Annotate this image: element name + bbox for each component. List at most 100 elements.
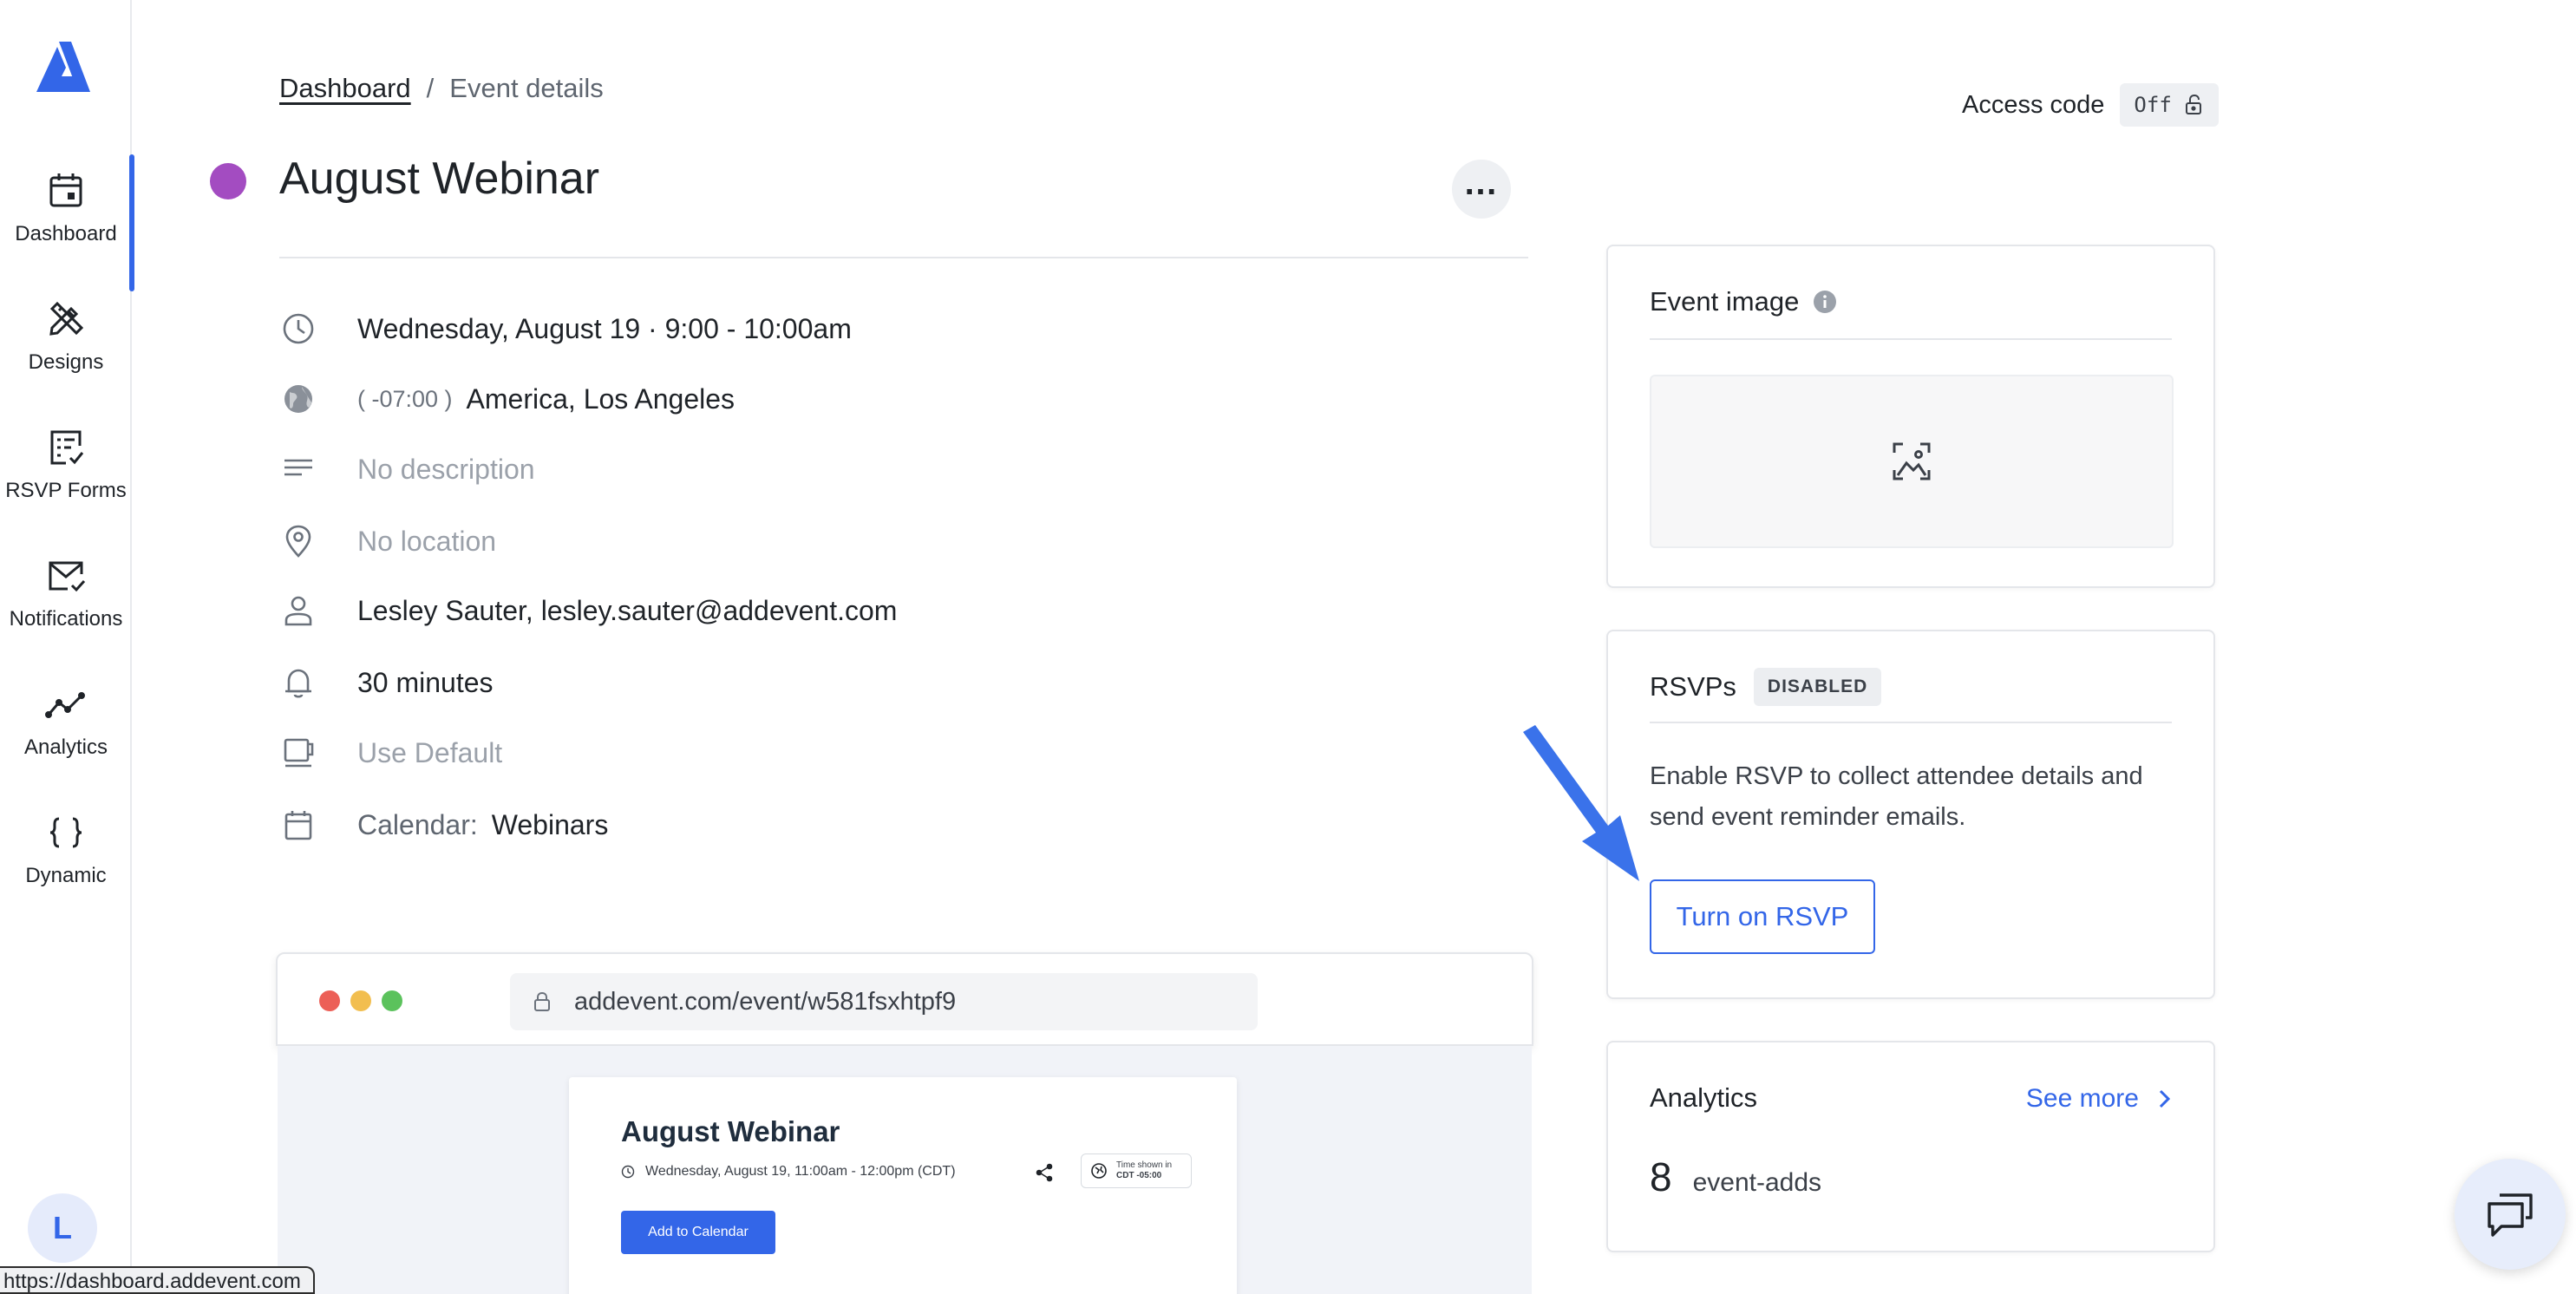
- sidebar: Dashboard Designs RSVP Forms Notificatio…: [0, 0, 134, 1294]
- see-more-label: See more: [2025, 1084, 2139, 1113]
- panel-divider: [1650, 338, 2172, 340]
- event-page-preview: addevent.com/event/w581fsxhtpf9 August W…: [276, 952, 1533, 1294]
- preview-add-to-calendar-button[interactable]: Add to Calendar: [621, 1211, 775, 1254]
- sidebar-item-dashboard[interactable]: Dashboard: [0, 147, 134, 291]
- event-organizer: Lesley Sauter, lesley.sauter@addevent.co…: [357, 594, 898, 626]
- sidebar-item-label: Designs: [28, 350, 104, 374]
- timezone-offset: ( -07:00 ): [357, 385, 453, 412]
- event-datetime-row: Wednesday, August 19 · 9:00 - 10:00am: [279, 305, 852, 352]
- event-description: No description: [357, 453, 535, 485]
- event-template: Use Default: [357, 736, 503, 768]
- trend-line-icon: [45, 692, 85, 718]
- event-timezone-row: ( -07:00 ) America, Los Angeles: [279, 376, 735, 422]
- image-placeholder-icon: [1893, 442, 1931, 480]
- event-location: No location: [357, 525, 497, 557]
- event-timezone: America, Los Angeles: [466, 382, 736, 415]
- event-calendar: Webinars: [491, 808, 609, 840]
- ellipsis-icon: …: [1463, 164, 1500, 202]
- text-lines-icon: [279, 450, 317, 488]
- sidebar-item-rsvp-forms[interactable]: RSVP Forms: [0, 404, 132, 534]
- info-icon[interactable]: [1813, 290, 1837, 314]
- calendar-label: Calendar:: [357, 808, 478, 840]
- access-code-state: Off: [2134, 93, 2172, 117]
- access-code: Access code Off: [1962, 83, 2219, 127]
- analytics-header: Analytics: [1650, 1077, 1757, 1119]
- lock-icon: [534, 991, 550, 1011]
- window-minimize-dot: [350, 990, 371, 1011]
- analytics-title: Analytics: [1650, 1082, 1758, 1113]
- event-organizer-row: Lesley Sauter, lesley.sauter@addevent.co…: [279, 587, 897, 634]
- globe-icon: [279, 380, 317, 418]
- clock-icon: [621, 1165, 635, 1179]
- window-close-dot: [319, 990, 340, 1011]
- sidebar-item-designs[interactable]: Designs: [0, 276, 132, 406]
- preview-url-bar[interactable]: addevent.com/event/w581fsxhtpf9: [510, 973, 1258, 1030]
- sidebar-item-dynamic[interactable]: Dynamic: [0, 789, 132, 919]
- status-badge: DISABLED: [1753, 668, 1882, 706]
- preview-card-date-row: Wednesday, August 19, 11:00am - 12:00pm …: [621, 1164, 956, 1180]
- sidebar-item-label: RSVP Forms: [5, 479, 127, 502]
- turn-on-rsvp-button[interactable]: Turn on RSVP: [1650, 879, 1875, 954]
- header-divider: [279, 257, 1528, 258]
- preview-browser-bar: addevent.com/event/w581fsxhtpf9: [276, 952, 1533, 1046]
- analytics-panel: Analytics See more 8 event-adds: [1606, 1041, 2215, 1252]
- see-more-link[interactable]: See more: [2026, 1084, 2175, 1114]
- breadcrumb-separator: /: [426, 73, 435, 103]
- form-check-icon: [50, 430, 84, 465]
- breadcrumb-dashboard-link[interactable]: Dashboard: [279, 73, 411, 103]
- access-code-label: Access code: [1962, 90, 2105, 119]
- rsvp-panel: RSVPs DISABLED Enable RSVP to collect at…: [1606, 630, 2215, 999]
- event-color-dot: [210, 163, 246, 199]
- metric-value: 8: [1650, 1154, 1672, 1199]
- event-location-row: No location: [279, 518, 496, 565]
- event-calendar-row: Calendar: Webinars: [279, 801, 608, 848]
- event-reminder: 30 minutes: [357, 666, 494, 698]
- chevron-right-icon: [2159, 1089, 2171, 1108]
- unlock-icon: [2185, 94, 2201, 114]
- rsvp-description: Enable RSVP to collect attendee details …: [1650, 762, 2143, 831]
- addevent-logo[interactable]: [33, 38, 94, 95]
- sidebar-item-analytics[interactable]: Analytics: [0, 661, 132, 791]
- event-description-row: No description: [279, 446, 535, 493]
- annotation-arrow-icon: [1523, 725, 1639, 881]
- chat-support-button[interactable]: [2455, 1159, 2566, 1270]
- rsvp-header: RSVPs DISABLED: [1650, 666, 1882, 708]
- share-icon: [1036, 1163, 1053, 1182]
- preview-tz-line1: Time shown in: [1116, 1160, 1173, 1170]
- access-code-toggle[interactable]: Off: [2120, 83, 2219, 127]
- event-image-title: Event image: [1650, 286, 1800, 317]
- more-options-button[interactable]: …: [1452, 160, 1511, 219]
- breadcrumb: Dashboard / Event details: [279, 73, 604, 104]
- location-pin-icon: [279, 522, 317, 560]
- breadcrumb-current: Event details: [449, 73, 604, 103]
- event-image-header: Event image: [1650, 281, 1837, 323]
- analytics-metric: 8 event-adds: [1650, 1153, 1821, 1200]
- chat-bubbles-icon: [2488, 1193, 2533, 1237]
- preview-timezone-chip: Time shown in CDT -05:00: [1081, 1153, 1192, 1188]
- globe-icon: [1091, 1163, 1107, 1179]
- preview-event-card: August Webinar Wednesday, August 19, 11:…: [569, 1077, 1237, 1294]
- preview-tz-line2: CDT -05:00: [1116, 1171, 1162, 1180]
- status-url-tooltip: https://dashboard.addevent.com: [0, 1266, 315, 1294]
- page-title: August Webinar: [279, 154, 600, 204]
- clock-icon: [279, 310, 317, 348]
- preview-card-date: Wednesday, August 19, 11:00am - 12:00pm …: [645, 1164, 956, 1179]
- event-reminder-row: 30 minutes: [279, 659, 494, 706]
- mail-check-icon: [49, 561, 86, 592]
- sidebar-item-label: Dynamic: [25, 864, 107, 887]
- avatar-initial: L: [53, 1210, 72, 1245]
- sidebar-item-label: Dashboard: [15, 222, 117, 245]
- rsvp-title: RSVPs: [1650, 671, 1736, 702]
- sidebar-item-notifications[interactable]: Notifications: [0, 533, 132, 663]
- pencil-ruler-icon: [49, 301, 84, 336]
- calendar-small-icon: [279, 806, 317, 844]
- sidebar-item-label: Notifications: [9, 607, 123, 631]
- event-image-placeholder[interactable]: [1650, 375, 2174, 548]
- avatar[interactable]: L: [28, 1193, 97, 1263]
- event-datetime: Wednesday, August 19 · 9:00 - 10:00am: [357, 312, 852, 344]
- sidebar-item-label: Analytics: [23, 735, 108, 759]
- event-template-row: Use Default: [279, 729, 502, 776]
- preview-card-title: August Webinar: [621, 1115, 840, 1147]
- braces-icon: [49, 817, 82, 848]
- bell-icon: [279, 663, 317, 702]
